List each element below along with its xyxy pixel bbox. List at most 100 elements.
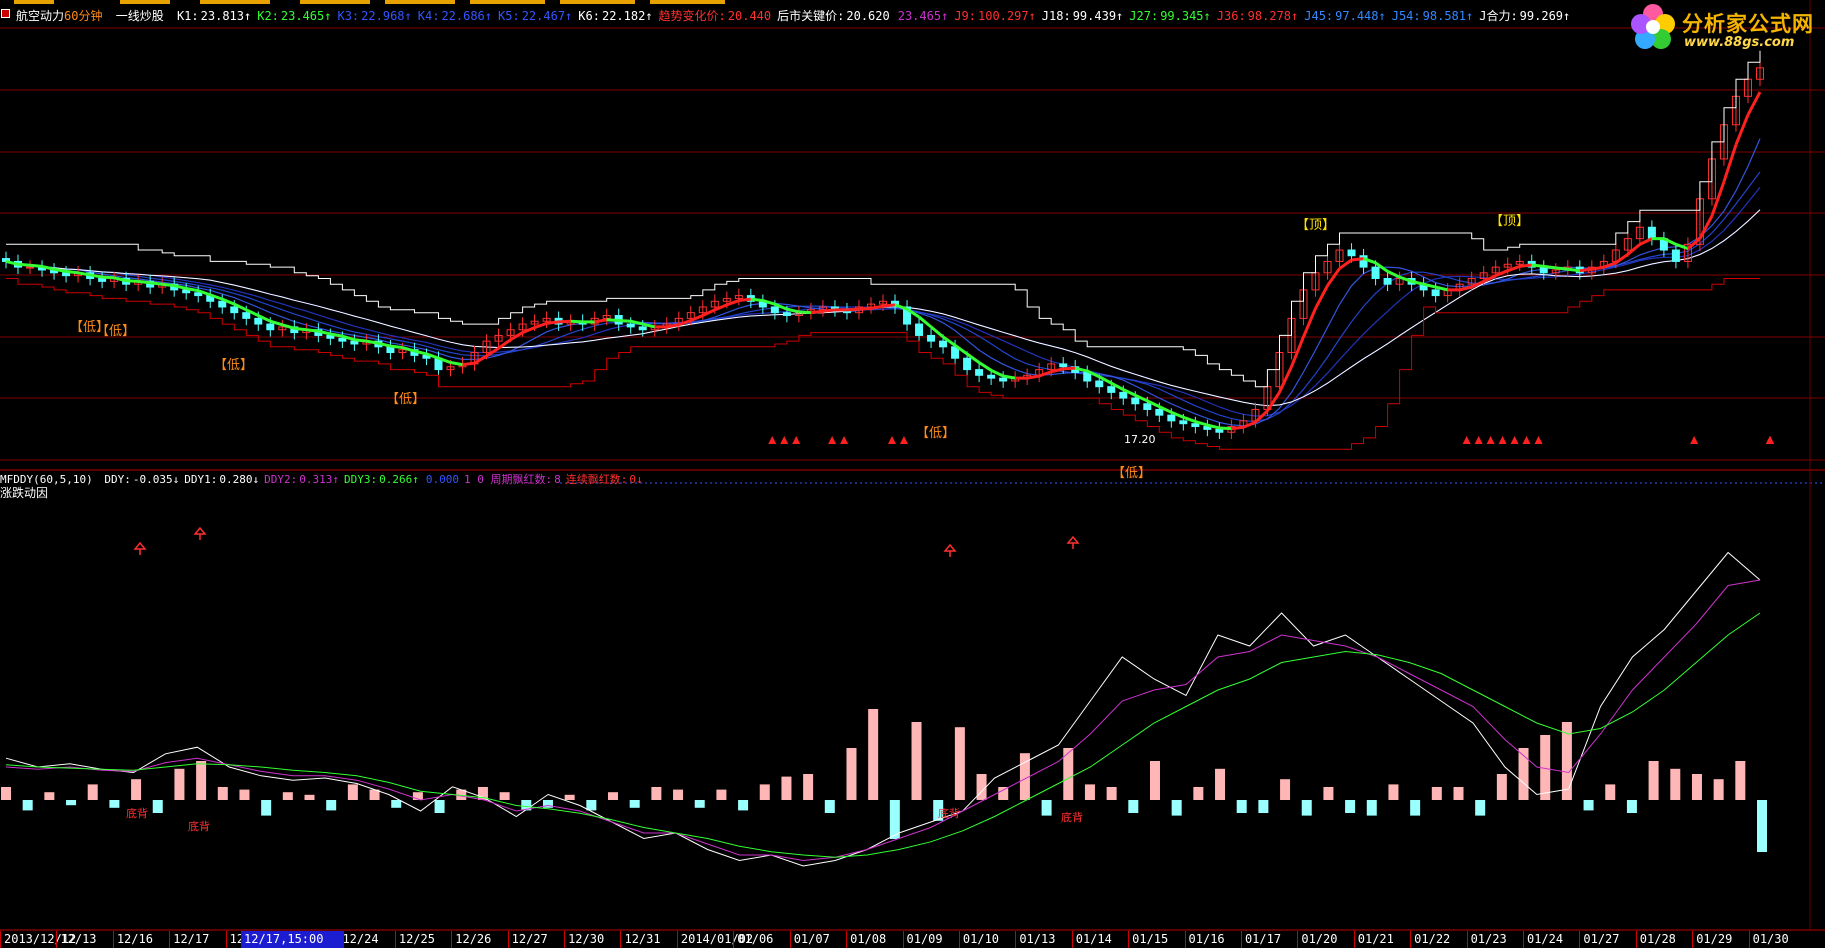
candle-body	[26, 266, 35, 269]
candle-body	[254, 317, 263, 325]
sub-value: 0↓	[629, 473, 643, 486]
ddy-bar	[1605, 784, 1616, 800]
k2-trend-segment	[306, 328, 319, 333]
k2-trend-segment	[65, 269, 79, 275]
k2-trend-segment	[1386, 270, 1401, 279]
k2-trend-segment	[1722, 144, 1738, 183]
k2-trend-segment	[1314, 284, 1329, 310]
candle-body	[218, 300, 227, 308]
ddy-bar	[1735, 761, 1746, 800]
k2-trend-segment	[1002, 374, 1016, 380]
date-tick: 01/20	[1297, 931, 1353, 948]
candle-body	[98, 278, 107, 282]
k2-trend-segment	[509, 331, 524, 342]
k2-trend-segment	[366, 339, 379, 345]
hdr-label: K6:	[578, 9, 600, 23]
low-label: 【低】	[1112, 466, 1152, 481]
ddy-bar	[326, 800, 337, 811]
ddy-bar	[759, 784, 770, 800]
date-tick: 01/15	[1128, 931, 1184, 948]
low-label: 【低】	[916, 426, 956, 441]
date-tick: 01/07	[789, 931, 846, 948]
sub-value: 0.000	[425, 473, 459, 486]
k2-trend-segment	[29, 263, 43, 268]
ddy-bar	[803, 774, 814, 800]
divergence-label: 底背	[1061, 811, 1083, 824]
hdr-value: 99.269↑	[1519, 9, 1571, 23]
buy-signal-triangle	[1522, 436, 1531, 444]
ddy-bar	[1128, 800, 1139, 813]
k2-trend-segment	[558, 319, 571, 324]
top-label: 【顶】	[1296, 218, 1336, 233]
hdr-item: 23.465↑	[896, 9, 949, 23]
ddy-bar	[391, 800, 402, 808]
k2-trend-segment	[402, 346, 415, 353]
candle-body	[1215, 428, 1224, 433]
top-tab[interactable]	[385, 0, 455, 4]
k2-trend-segment	[450, 361, 463, 367]
ddy-bar	[1215, 768, 1226, 800]
candle-body	[1347, 249, 1356, 257]
k2-trend-segment	[281, 323, 295, 330]
hdr-item: 后市关键价: 20.620	[777, 9, 890, 23]
top-tab[interactable]	[200, 0, 270, 4]
sub-item: DDY2: 0.313↑	[264, 473, 339, 486]
date-tick: 12/30	[564, 931, 620, 948]
ddy-bar	[174, 768, 185, 800]
candle-body	[927, 334, 936, 342]
candle-body	[194, 292, 203, 297]
hdr-label: 后市关键价:	[777, 9, 845, 23]
hdr-item: J9: 100.297↑	[954, 9, 1035, 23]
top-tab[interactable]	[470, 0, 545, 4]
top-tab[interactable]	[300, 0, 370, 4]
k2-trend-segment	[1543, 264, 1556, 270]
date-tick: 12/17	[169, 931, 225, 948]
candle-body	[1431, 289, 1440, 297]
hdr-value: 22.686↑	[441, 9, 493, 23]
hdr-item: K1: 23.813↑	[177, 9, 251, 23]
date-tick: 01/09	[902, 931, 959, 948]
divergence-label: 底背	[188, 820, 210, 833]
low-price: 17.20	[1124, 433, 1156, 446]
ddy-bar	[976, 774, 987, 800]
hdr-label: J27:	[1129, 9, 1159, 23]
candle-body	[915, 323, 924, 336]
k2-trend-segment	[77, 271, 91, 277]
hdr-value: 20.440	[727, 9, 772, 23]
top-tab[interactable]	[14, 0, 54, 4]
hdr-value: 98.581↑	[1422, 9, 1474, 23]
ddy-bar	[1236, 800, 1247, 813]
ddy-bar	[1713, 779, 1724, 800]
k2-trend-segment	[1591, 265, 1605, 271]
candle-body	[1647, 226, 1656, 240]
stock-chart-window: 航空动力60分钟 一线炒股 K1: 23.813↑ K2: 23.465↑ K3: 22.…	[0, 0, 1825, 948]
logo-url: www.88gs.com	[1684, 35, 1795, 50]
hdr-item: J18: 99.439↑	[1042, 9, 1123, 23]
k2-trend-segment	[1063, 366, 1076, 371]
ddy-bar	[1193, 787, 1204, 800]
ddy-bar	[1041, 800, 1052, 816]
hdr-label: K1:	[176, 9, 199, 23]
k2-trend-segment	[1567, 267, 1580, 273]
k2-trend-segment	[750, 297, 764, 303]
hdr-value: 99.345↑	[1160, 9, 1211, 23]
k2-trend-segment	[1302, 307, 1317, 338]
candle-body	[999, 377, 1008, 382]
candle-body	[939, 340, 948, 348]
date-tick: 01/16	[1184, 931, 1241, 948]
ddy-bar	[1583, 800, 1594, 811]
top-tab[interactable]	[650, 0, 725, 4]
buy-signal-triangle	[899, 436, 908, 444]
k2-trend-segment	[1626, 243, 1641, 256]
k2-trend-segment	[354, 338, 367, 343]
top-tab[interactable]	[560, 0, 635, 4]
hdr-value: 98.278↑	[1247, 9, 1299, 23]
top-tab[interactable]	[120, 0, 170, 4]
buy-signal-triangle	[1510, 436, 1519, 444]
k2-trend-segment	[1639, 237, 1653, 246]
candle-body	[230, 306, 239, 314]
buy-signal-triangle	[1462, 436, 1471, 444]
ddy-bar	[44, 792, 55, 800]
close-icon[interactable]	[1, 9, 10, 18]
ddy-bar	[22, 800, 33, 811]
